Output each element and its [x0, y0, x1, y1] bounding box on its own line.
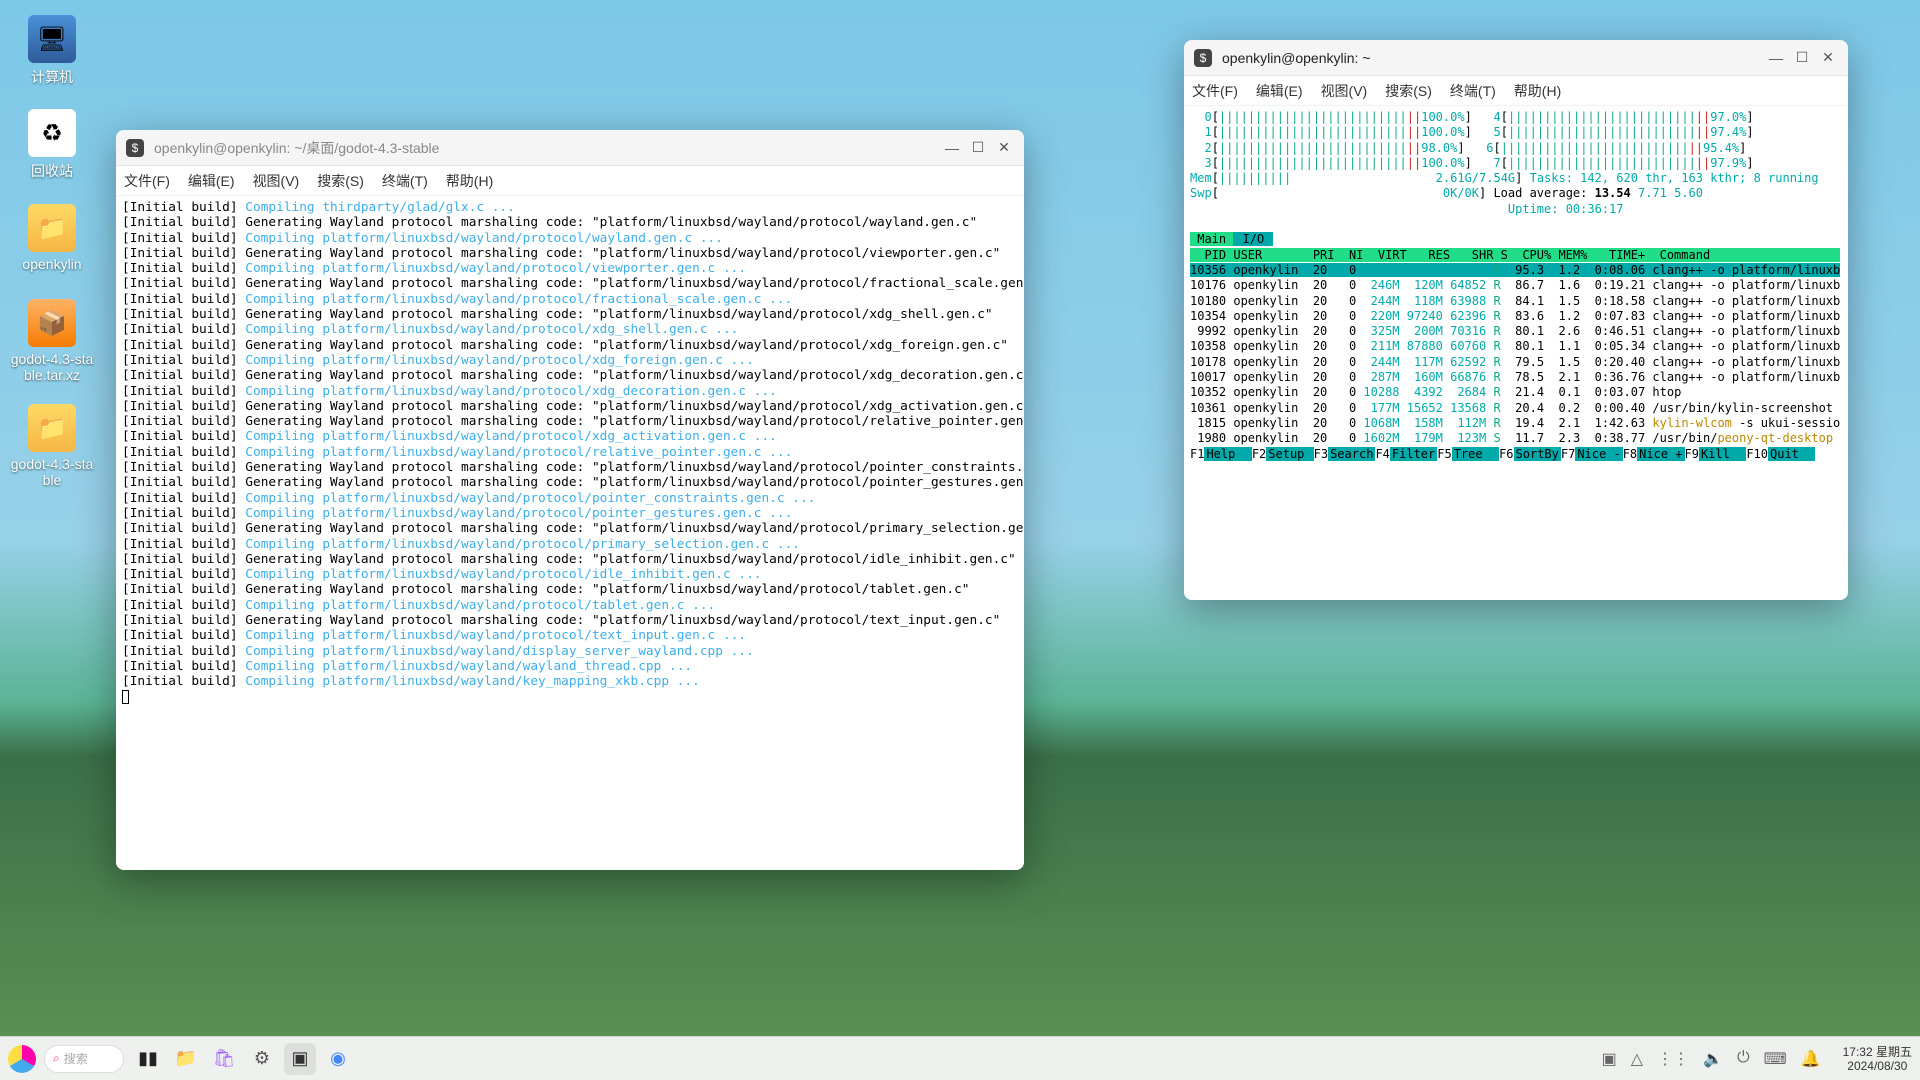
wifi-tray[interactable]: ⋮⋮: [1657, 1049, 1689, 1069]
desktop-icon-godot-tar[interactable]: 📦 godot-4.3-stable.tar.xz: [8, 299, 96, 383]
taskbar-app-store[interactable]: 🛍: [208, 1043, 240, 1075]
menubar: 文件(F) 编辑(E) 视图(V) 搜索(S) 终端(T) 帮助(H): [1184, 76, 1848, 106]
menubar: 文件(F) 编辑(E) 视图(V) 搜索(S) 终端(T) 帮助(H): [116, 166, 1024, 196]
terminal-output[interactable]: [Initial build] Compiling thirdparty/gla…: [116, 196, 1024, 870]
menu-item[interactable]: 视图(V): [1321, 81, 1368, 101]
titlebar[interactable]: $ openkylin@openkylin: ~ — ☐ ✕: [1184, 40, 1848, 76]
menu-item[interactable]: 视图(V): [253, 171, 300, 191]
menu-item[interactable]: 编辑(E): [188, 171, 235, 191]
triangle-tray[interactable]: △: [1631, 1049, 1643, 1069]
menu-item[interactable]: 搜索(S): [1385, 81, 1432, 101]
icon-label: 回收站: [8, 161, 96, 181]
volume-tray[interactable]: 🔈: [1703, 1049, 1723, 1069]
taskbar-settings[interactable]: ⚙: [246, 1043, 278, 1075]
icon-label: openkylin: [8, 256, 96, 272]
icon-label: 计算机: [8, 67, 96, 87]
home-folder-icon: 📁: [28, 204, 76, 252]
minimize-button[interactable]: —: [942, 138, 962, 158]
taskbar-files[interactable]: 📁: [170, 1043, 202, 1075]
menu-item[interactable]: 终端(T): [382, 171, 428, 191]
menu-item[interactable]: 文件(F): [1192, 81, 1238, 101]
close-button[interactable]: ✕: [994, 138, 1014, 158]
window-title: openkylin@openkylin: ~: [1222, 50, 1760, 66]
desktop-icon-home-folder[interactable]: 📁 openkylin: [8, 204, 96, 272]
battery-tray[interactable]: ⏻: [1737, 1049, 1750, 1069]
computer-icon: 🖥: [28, 15, 76, 63]
search-icon: ⌕: [53, 1051, 60, 1066]
maximize-button[interactable]: ☐: [1792, 48, 1812, 68]
input-tray[interactable]: ⌨: [1764, 1049, 1787, 1069]
minimize-button[interactable]: —: [1766, 48, 1786, 68]
notify-tray[interactable]: 🔔: [1801, 1049, 1821, 1069]
godot-tar-icon: 📦: [28, 299, 76, 347]
menu-item[interactable]: 文件(F): [124, 171, 170, 191]
taskbar-clock[interactable]: 17:32 星期五 2024/08/30: [1843, 1045, 1912, 1073]
window-title: openkylin@openkylin: ~/桌面/godot-4.3-stab…: [154, 138, 936, 158]
icon-label: godot-4.3-stable.tar.xz: [8, 351, 96, 383]
start-menu-button[interactable]: [8, 1045, 36, 1073]
taskbar-task-switcher[interactable]: ▮▮: [132, 1043, 164, 1075]
clock-date: 2024/08/30: [1843, 1059, 1912, 1073]
maximize-button[interactable]: ☐: [968, 138, 988, 158]
clock-time: 17:32 星期五: [1843, 1045, 1912, 1059]
terminal-icon: $: [126, 139, 144, 157]
htop-output[interactable]: 0[||||||||||||||||||||||||||||100.0%] 4[…: [1184, 106, 1848, 600]
taskbar-terminal[interactable]: ▣: [284, 1043, 316, 1075]
terminal-htop-window[interactable]: $ openkylin@openkylin: ~ — ☐ ✕ 文件(F) 编辑(E…: [1184, 40, 1848, 600]
desktop-icon-computer[interactable]: 🖥 计算机: [8, 15, 96, 87]
desktop-icon-trash[interactable]: ♻ 回收站: [8, 109, 96, 181]
taskbar-search[interactable]: ⌕ 搜索: [44, 1045, 124, 1073]
search-placeholder: 搜索: [64, 1050, 88, 1067]
titlebar[interactable]: $ openkylin@openkylin: ~/桌面/godot-4.3-st…: [116, 130, 1024, 166]
trash-icon: ♻: [28, 109, 76, 157]
godot-folder-icon: 📁: [28, 404, 76, 452]
screenshot-tray[interactable]: ▣: [1602, 1049, 1617, 1069]
terminal-build-window[interactable]: $ openkylin@openkylin: ~/桌面/godot-4.3-st…: [116, 130, 1024, 870]
menu-item[interactable]: 搜索(S): [317, 171, 364, 191]
terminal-icon: $: [1194, 49, 1212, 67]
menu-item[interactable]: 帮助(H): [446, 171, 493, 191]
taskbar: ⌕ 搜索 ▮▮📁🛍⚙▣◉ ▣△⋮⋮🔈⏻⌨🔔 17:32 星期五 2024/08/…: [0, 1036, 1920, 1080]
desktop-icon-godot-folder[interactable]: 📁 godot-4.3-stable: [8, 404, 96, 488]
menu-item[interactable]: 编辑(E): [1256, 81, 1303, 101]
icon-label: godot-4.3-stable: [8, 456, 96, 488]
close-button[interactable]: ✕: [1818, 48, 1838, 68]
menu-item[interactable]: 终端(T): [1450, 81, 1496, 101]
menu-item[interactable]: 帮助(H): [1514, 81, 1561, 101]
taskbar-chromium[interactable]: ◉: [322, 1043, 354, 1075]
